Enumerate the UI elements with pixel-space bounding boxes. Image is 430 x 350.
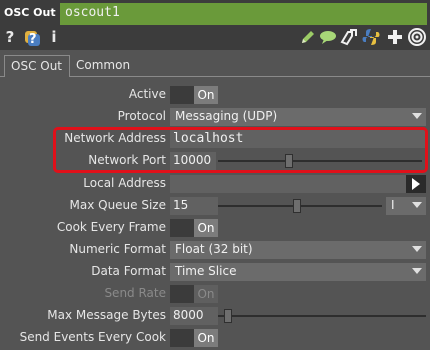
send-events-every-cook-label: Send Events Every Cook (19, 330, 166, 344)
send-rate-value: On (194, 285, 218, 303)
python-icon[interactable] (361, 27, 381, 47)
info-icon[interactable]: i (48, 27, 60, 47)
tab-osc-out[interactable]: OSC Out (4, 55, 70, 77)
max-message-bytes-slider-handle[interactable] (224, 309, 233, 323)
max-queue-size-unit-dropdown[interactable]: I (386, 197, 426, 215)
highlight-box (53, 127, 428, 173)
send-rate-toggle: On (170, 285, 218, 303)
clone-icon[interactable] (339, 27, 359, 47)
max-message-bytes-slider[interactable] (218, 315, 426, 317)
cook-every-frame-value: On (194, 219, 218, 237)
parameter-tabs: OSC Out Common (0, 55, 430, 77)
max-queue-size-slider-handle[interactable] (292, 199, 301, 213)
max-message-bytes-field[interactable]: 8000 (170, 307, 218, 325)
send-events-every-cook-value: On (194, 329, 218, 347)
data-format-dropdown[interactable]: Time Slice (170, 263, 426, 281)
svg-text:?: ? (29, 32, 37, 47)
protocol-dropdown[interactable]: Messaging (UDP) (170, 108, 426, 126)
tab-common[interactable]: Common (70, 55, 136, 77)
protocol-label: Protocol (117, 109, 166, 123)
cook-every-frame-toggle[interactable]: On (170, 219, 218, 237)
local-address-menu-button[interactable] (406, 175, 426, 193)
python-help-icon[interactable]: ? (22, 27, 42, 47)
active-toggle[interactable]: On (170, 86, 218, 104)
numeric-format-value: Float (32 bit) (175, 242, 253, 256)
chevron-down-icon (412, 113, 422, 119)
max-queue-size-field[interactable]: 15 (170, 197, 218, 215)
pencil-icon[interactable] (298, 27, 318, 47)
operator-name-field[interactable]: oscout1 (60, 3, 427, 25)
numeric-format-dropdown[interactable]: Float (32 bit) (170, 241, 426, 259)
help-icon[interactable]: ? (3, 27, 17, 47)
max-queue-size-unit: I (391, 198, 395, 212)
triangle-right-icon (412, 178, 420, 190)
send-events-every-cook-toggle[interactable]: On (170, 329, 218, 347)
chevron-down-icon (412, 246, 422, 252)
active-label: Active (128, 87, 166, 101)
max-queue-size-label: Max Queue Size (69, 198, 167, 212)
operator-type-label: OSC Out (4, 6, 56, 19)
chevron-down-icon (412, 268, 422, 274)
cook-every-frame-label: Cook Every Frame (56, 220, 166, 234)
numeric-format-label: Numeric Format (69, 242, 166, 256)
active-toggle-value: On (194, 86, 218, 104)
max-message-bytes-label: Max Message Bytes (47, 308, 166, 322)
chevron-down-icon (412, 202, 422, 208)
data-format-label: Data Format (91, 264, 166, 278)
local-address-field[interactable] (170, 175, 406, 193)
local-address-label: Local Address (83, 176, 166, 190)
viewer-icon[interactable] (407, 27, 427, 47)
data-format-value: Time Slice (175, 264, 237, 278)
tab-divider (70, 76, 430, 77)
comment-icon[interactable] (318, 27, 338, 47)
tab-divider (0, 76, 4, 77)
add-icon[interactable] (385, 27, 405, 47)
protocol-value: Messaging (UDP) (175, 109, 278, 123)
send-rate-label: Send Rate (104, 286, 166, 300)
